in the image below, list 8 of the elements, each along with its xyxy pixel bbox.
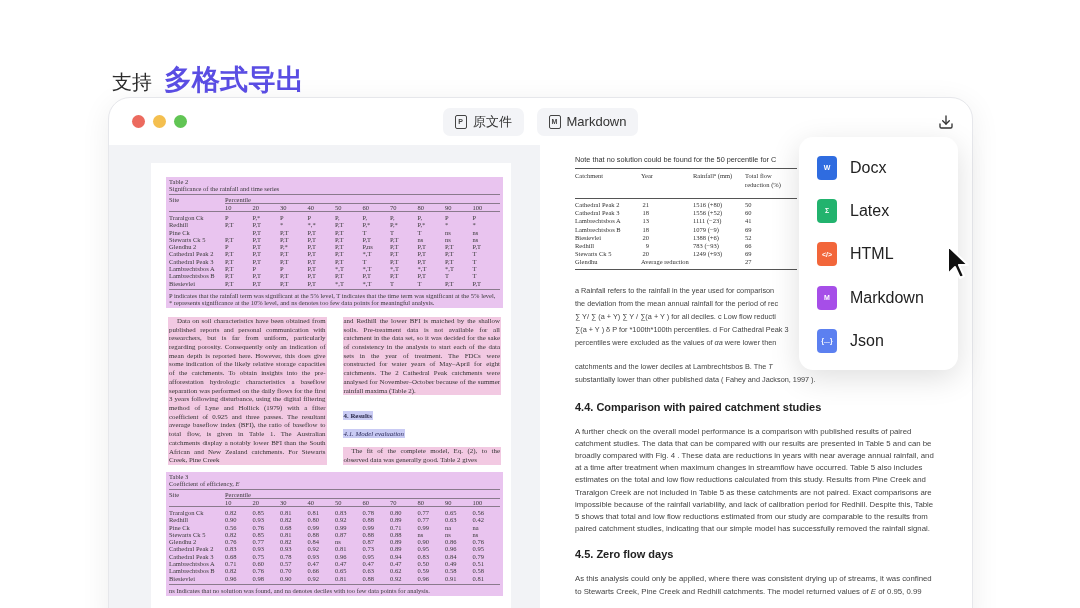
section-heading: 4.4. Comparison with paired catchment studies xyxy=(575,399,822,414)
heading-highlight: 多格式导出 xyxy=(164,63,304,97)
maximize-button[interactable] xyxy=(174,115,187,128)
heading-lead: 支持 xyxy=(112,70,152,95)
minimize-button[interactable] xyxy=(153,115,166,128)
close-button[interactable] xyxy=(132,115,145,128)
download-icon[interactable] xyxy=(938,113,954,130)
section-heading: 4.5. Zero flow days xyxy=(575,547,674,562)
